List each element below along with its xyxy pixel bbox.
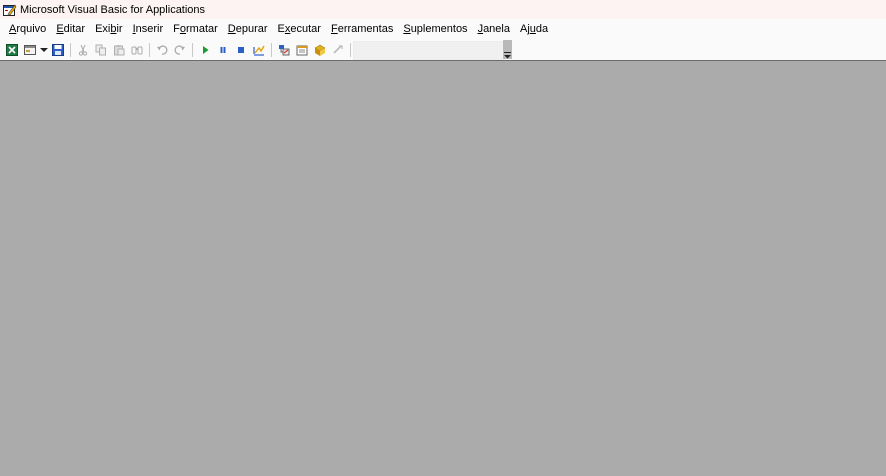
menu-accelerator-key: S [403, 23, 411, 35]
menu-item[interactable]: Editar [51, 19, 90, 40]
menu-label-part: rquivo [16, 23, 47, 35]
excel-icon[interactable] [3, 41, 21, 59]
mdi-workspace[interactable] [0, 61, 886, 476]
window-title: Microsoft Visual Basic for Applications [20, 3, 206, 16]
menu-accelerator-key: E [56, 23, 64, 35]
toolbar-separator [350, 43, 351, 57]
menu-label-part: erramentas [337, 23, 394, 35]
menu-label-part: ditar [63, 23, 86, 35]
menu-item[interactable]: Executar [273, 19, 326, 40]
toolbar-separator [192, 43, 193, 57]
menu-label-part: Aj [519, 23, 530, 35]
menu-item[interactable]: Arquivo [4, 19, 51, 40]
insert-userform-icon[interactable] [21, 41, 39, 59]
break-icon[interactable] [214, 41, 232, 59]
menu-item[interactable]: Ferramentas [326, 19, 398, 40]
undo-icon[interactable] [153, 41, 171, 59]
menu-label-part: ir [116, 23, 123, 35]
redo-icon[interactable] [171, 41, 189, 59]
menu-item[interactable]: Suplementos [398, 19, 472, 40]
save-icon[interactable] [49, 41, 67, 59]
run-icon[interactable] [196, 41, 214, 59]
project-explorer-icon[interactable] [275, 41, 293, 59]
toolbar-separator [271, 43, 272, 57]
menu-item[interactable]: Inserir [128, 19, 169, 40]
menu-bar: Arquivo Editar Exibir Inserir Formatar Depura… [0, 19, 886, 40]
menu-label-part: uplementos [410, 23, 468, 35]
menu-label-part: rmatar [186, 23, 218, 35]
menu-item[interactable]: Ajuda [515, 19, 553, 40]
menu-label-part: Exi [95, 23, 111, 35]
menu-label-part: da [535, 23, 549, 35]
menu-label-part: epurar [235, 23, 268, 35]
vba-app-icon[interactable] [3, 3, 17, 17]
reset-icon[interactable] [232, 41, 250, 59]
menu-item[interactable]: Exibir [90, 19, 128, 40]
menu-label-part: F [173, 23, 180, 35]
toolbar-separator [149, 43, 150, 57]
copy-icon[interactable] [92, 41, 110, 59]
paste-icon[interactable] [110, 41, 128, 59]
menu-item[interactable]: Formatar [168, 19, 223, 40]
title-bar: Microsoft Visual Basic for Applications [0, 0, 886, 19]
menu-label-part: nserir [135, 23, 164, 35]
menu-label-part: E [277, 23, 285, 35]
menu-item[interactable]: Janela [473, 19, 515, 40]
dropdown-arrow-icon[interactable] [39, 41, 49, 59]
menu-label-part: ecutar [290, 23, 321, 35]
menu-item[interactable]: Depurar [223, 19, 273, 40]
toolbox-icon[interactable] [329, 41, 347, 59]
menu-accelerator-key: D [227, 23, 236, 35]
menu-accelerator-key: F [330, 23, 338, 35]
toolbar-separator [70, 43, 71, 57]
standard-toolbar: ? [0, 40, 886, 61]
find-icon[interactable] [128, 41, 146, 59]
design-mode-icon[interactable] [250, 41, 268, 59]
menu-label-part: anela [483, 23, 510, 35]
object-browser-icon[interactable] [311, 41, 329, 59]
code-position-field [353, 41, 505, 60]
toolbar-options-icon[interactable] [503, 40, 512, 59]
properties-icon[interactable] [293, 41, 311, 59]
cut-icon[interactable] [74, 41, 92, 59]
